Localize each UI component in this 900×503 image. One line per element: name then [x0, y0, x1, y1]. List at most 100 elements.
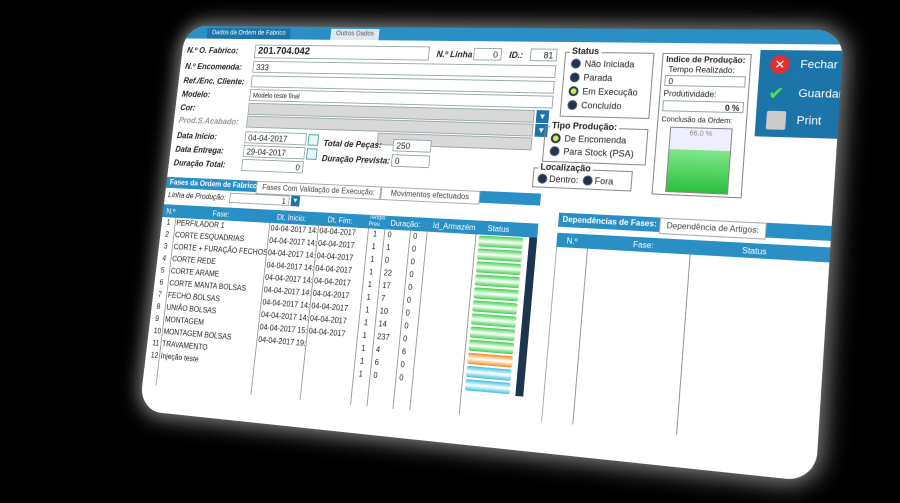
radio-label: Dentro:	[549, 174, 579, 185]
data-inicio-field[interactable]: 04-04-2017	[244, 131, 307, 145]
modelo-label: Modelo:	[181, 89, 210, 99]
cell-fim: 04-04-2017	[311, 301, 348, 312]
order-window: Dados da Ordem de Fabrico Outros Dados N…	[139, 26, 844, 482]
id-field[interactable]: 81	[530, 48, 558, 61]
col-dt-inicio[interactable]: Dt. Inicio:	[277, 213, 307, 223]
radio-em-execu-o[interactable]	[568, 86, 579, 96]
cell-prev: 1	[371, 242, 376, 251]
acabado-label: Prod.S.Acabado:	[178, 115, 239, 126]
radio-label: Fora	[594, 176, 613, 187]
tab-fases-ordem[interactable]: Fases da Ordem de Fabrico:	[169, 178, 260, 190]
close-icon: ✕	[770, 55, 791, 74]
calendar-icon[interactable]	[306, 148, 318, 160]
data-entrega-field[interactable]: 29-04-2017	[243, 145, 306, 159]
cell-arm: 6	[401, 347, 406, 356]
cell-fim: 04-04-2017	[315, 264, 352, 275]
fechar-button[interactable]: ✕ Fechar	[759, 52, 843, 78]
data-entrega-label: Data Entrega:	[175, 144, 224, 155]
radio-dentro[interactable]	[537, 173, 548, 183]
total-pecas-field[interactable]: 250	[392, 139, 432, 153]
cell-n: 12	[150, 351, 158, 360]
cell-arm: 0	[404, 321, 409, 330]
tab-outros-dados[interactable]: Outros Dados	[330, 29, 380, 40]
cell-fase: CORTE ESQUADRIAS	[175, 231, 245, 243]
cell-inicio: 04-04-2017 14:	[269, 236, 317, 247]
cell-n: 8	[156, 302, 161, 311]
cell-arm: 0	[405, 308, 410, 317]
col-tempo-prev[interactable]: Tempo Prev.	[368, 215, 387, 229]
indice-title: Indice de Produção:	[666, 55, 746, 65]
col-duracao[interactable]: Duração:	[390, 219, 421, 229]
col-dep-status[interactable]: Status	[742, 246, 767, 257]
phases-table: 1 PERFILADOR 1 04-04-2017 14: 04-04-2017 1 0 0…	[142, 217, 537, 421]
total-pecas-label: Total de Peças:	[323, 138, 382, 149]
printer-icon	[766, 111, 787, 130]
col-dt-fim[interactable]: Dt. Fim:	[327, 216, 353, 226]
col-dep-n[interactable]: N.º	[566, 236, 578, 246]
cell-prev: 1	[365, 305, 370, 314]
cell-n: 4	[162, 254, 167, 263]
col-dep-fase[interactable]: Fase:	[633, 240, 654, 250]
cell-fase: CORTE REDE	[172, 255, 216, 266]
tempo-field: 0	[664, 75, 746, 88]
cell-fase: PERFILADOR 1	[176, 219, 225, 230]
cell-fase: FECHO BOLSAS	[167, 291, 220, 303]
chevron-down-icon[interactable]: ▼	[290, 196, 300, 207]
ordem-label: N.º O. Fabrico:	[187, 46, 239, 56]
col-id-armazem[interactable]: Id_Armazém	[432, 221, 475, 232]
cell-dur: 0	[387, 230, 392, 239]
radio-n-o-iniciada[interactable]	[571, 59, 582, 69]
cell-prev: 1	[358, 369, 363, 378]
print-label: Print	[796, 108, 822, 134]
cell-n: 3	[163, 242, 168, 251]
tab-movimentos[interactable]: Movimentos efectuados	[380, 186, 480, 204]
cell-prev: 1	[369, 267, 374, 276]
col-status[interactable]: Status	[487, 224, 510, 234]
cell-n: 6	[159, 278, 164, 287]
ref-cliente-label: Ref./Enc. Cliente:	[183, 76, 245, 86]
linha-field[interactable]: 0	[473, 48, 502, 61]
cell-dur: 17	[382, 281, 391, 290]
cell-fim: 04-04-2017	[319, 227, 356, 238]
tab-dependencias-fases[interactable]: Dependências de Fases:	[562, 215, 657, 229]
duracao-total-field[interactable]: 0	[241, 159, 304, 174]
cell-fim: 04-04-2017	[310, 314, 348, 326]
print-button[interactable]: Print	[755, 107, 839, 134]
linha-producao-select[interactable]: 1	[229, 193, 290, 206]
top-tab-bar: Dados da Ordem de Fabrico Outros Dados	[184, 26, 844, 45]
duracao-prevista-field[interactable]: 0	[391, 154, 431, 168]
radio-fora[interactable]	[582, 175, 593, 185]
cell-fase: UNIÃO BOLSAS	[166, 303, 217, 315]
col-fase[interactable]: Fase:	[212, 210, 230, 219]
cell-inicio: 04-04-2017 15:	[259, 323, 307, 336]
indice-producao-panel: Indice de Produção: Tempo Realizado: 0 P…	[651, 53, 751, 199]
tab-dados-ordem[interactable]: Dados da Ordem de Fabrico	[206, 28, 291, 39]
radio-de-encomenda[interactable]	[550, 133, 561, 143]
calendar-icon[interactable]	[307, 134, 319, 146]
cor-filter-icon[interactable]: ▼	[536, 110, 550, 123]
guardar-button[interactable]: ✔ Guardar	[757, 81, 841, 108]
cell-n: 9	[155, 314, 160, 323]
cell-arm: 0	[408, 283, 413, 292]
ordem-field[interactable]: 201.704.042	[254, 45, 430, 61]
cell-dur: 0	[373, 371, 378, 380]
linha-label: N.º Linha	[436, 49, 473, 59]
cell-dur: 22	[383, 268, 392, 277]
radio-parada[interactable]	[569, 72, 580, 82]
col-n[interactable]: N.º	[166, 207, 176, 216]
deps-table	[541, 247, 830, 449]
radio-conclu-do[interactable]	[567, 100, 578, 110]
cell-arm: 0	[410, 257, 415, 266]
cell-fase: TRAVAMENTO	[162, 339, 208, 351]
cell-prev: 1	[373, 230, 378, 239]
cell-dur: 1	[386, 243, 391, 252]
cell-n: 2	[165, 230, 170, 238]
cell-prev: 1	[370, 255, 375, 264]
conclusao-progress: 66,0 %	[665, 127, 733, 195]
radio-para-stock-psa[interactable]	[549, 146, 560, 156]
cell-inicio: 04-04-2017 14:	[270, 224, 318, 235]
produtividade-field: 0 %	[662, 100, 744, 113]
tab-dependencias-artigos[interactable]: Dependência de Artigos:	[659, 218, 767, 240]
cell-fim: 04-04-2017	[314, 276, 351, 287]
tipo-producao-title: Tipo Produção:	[550, 120, 620, 132]
